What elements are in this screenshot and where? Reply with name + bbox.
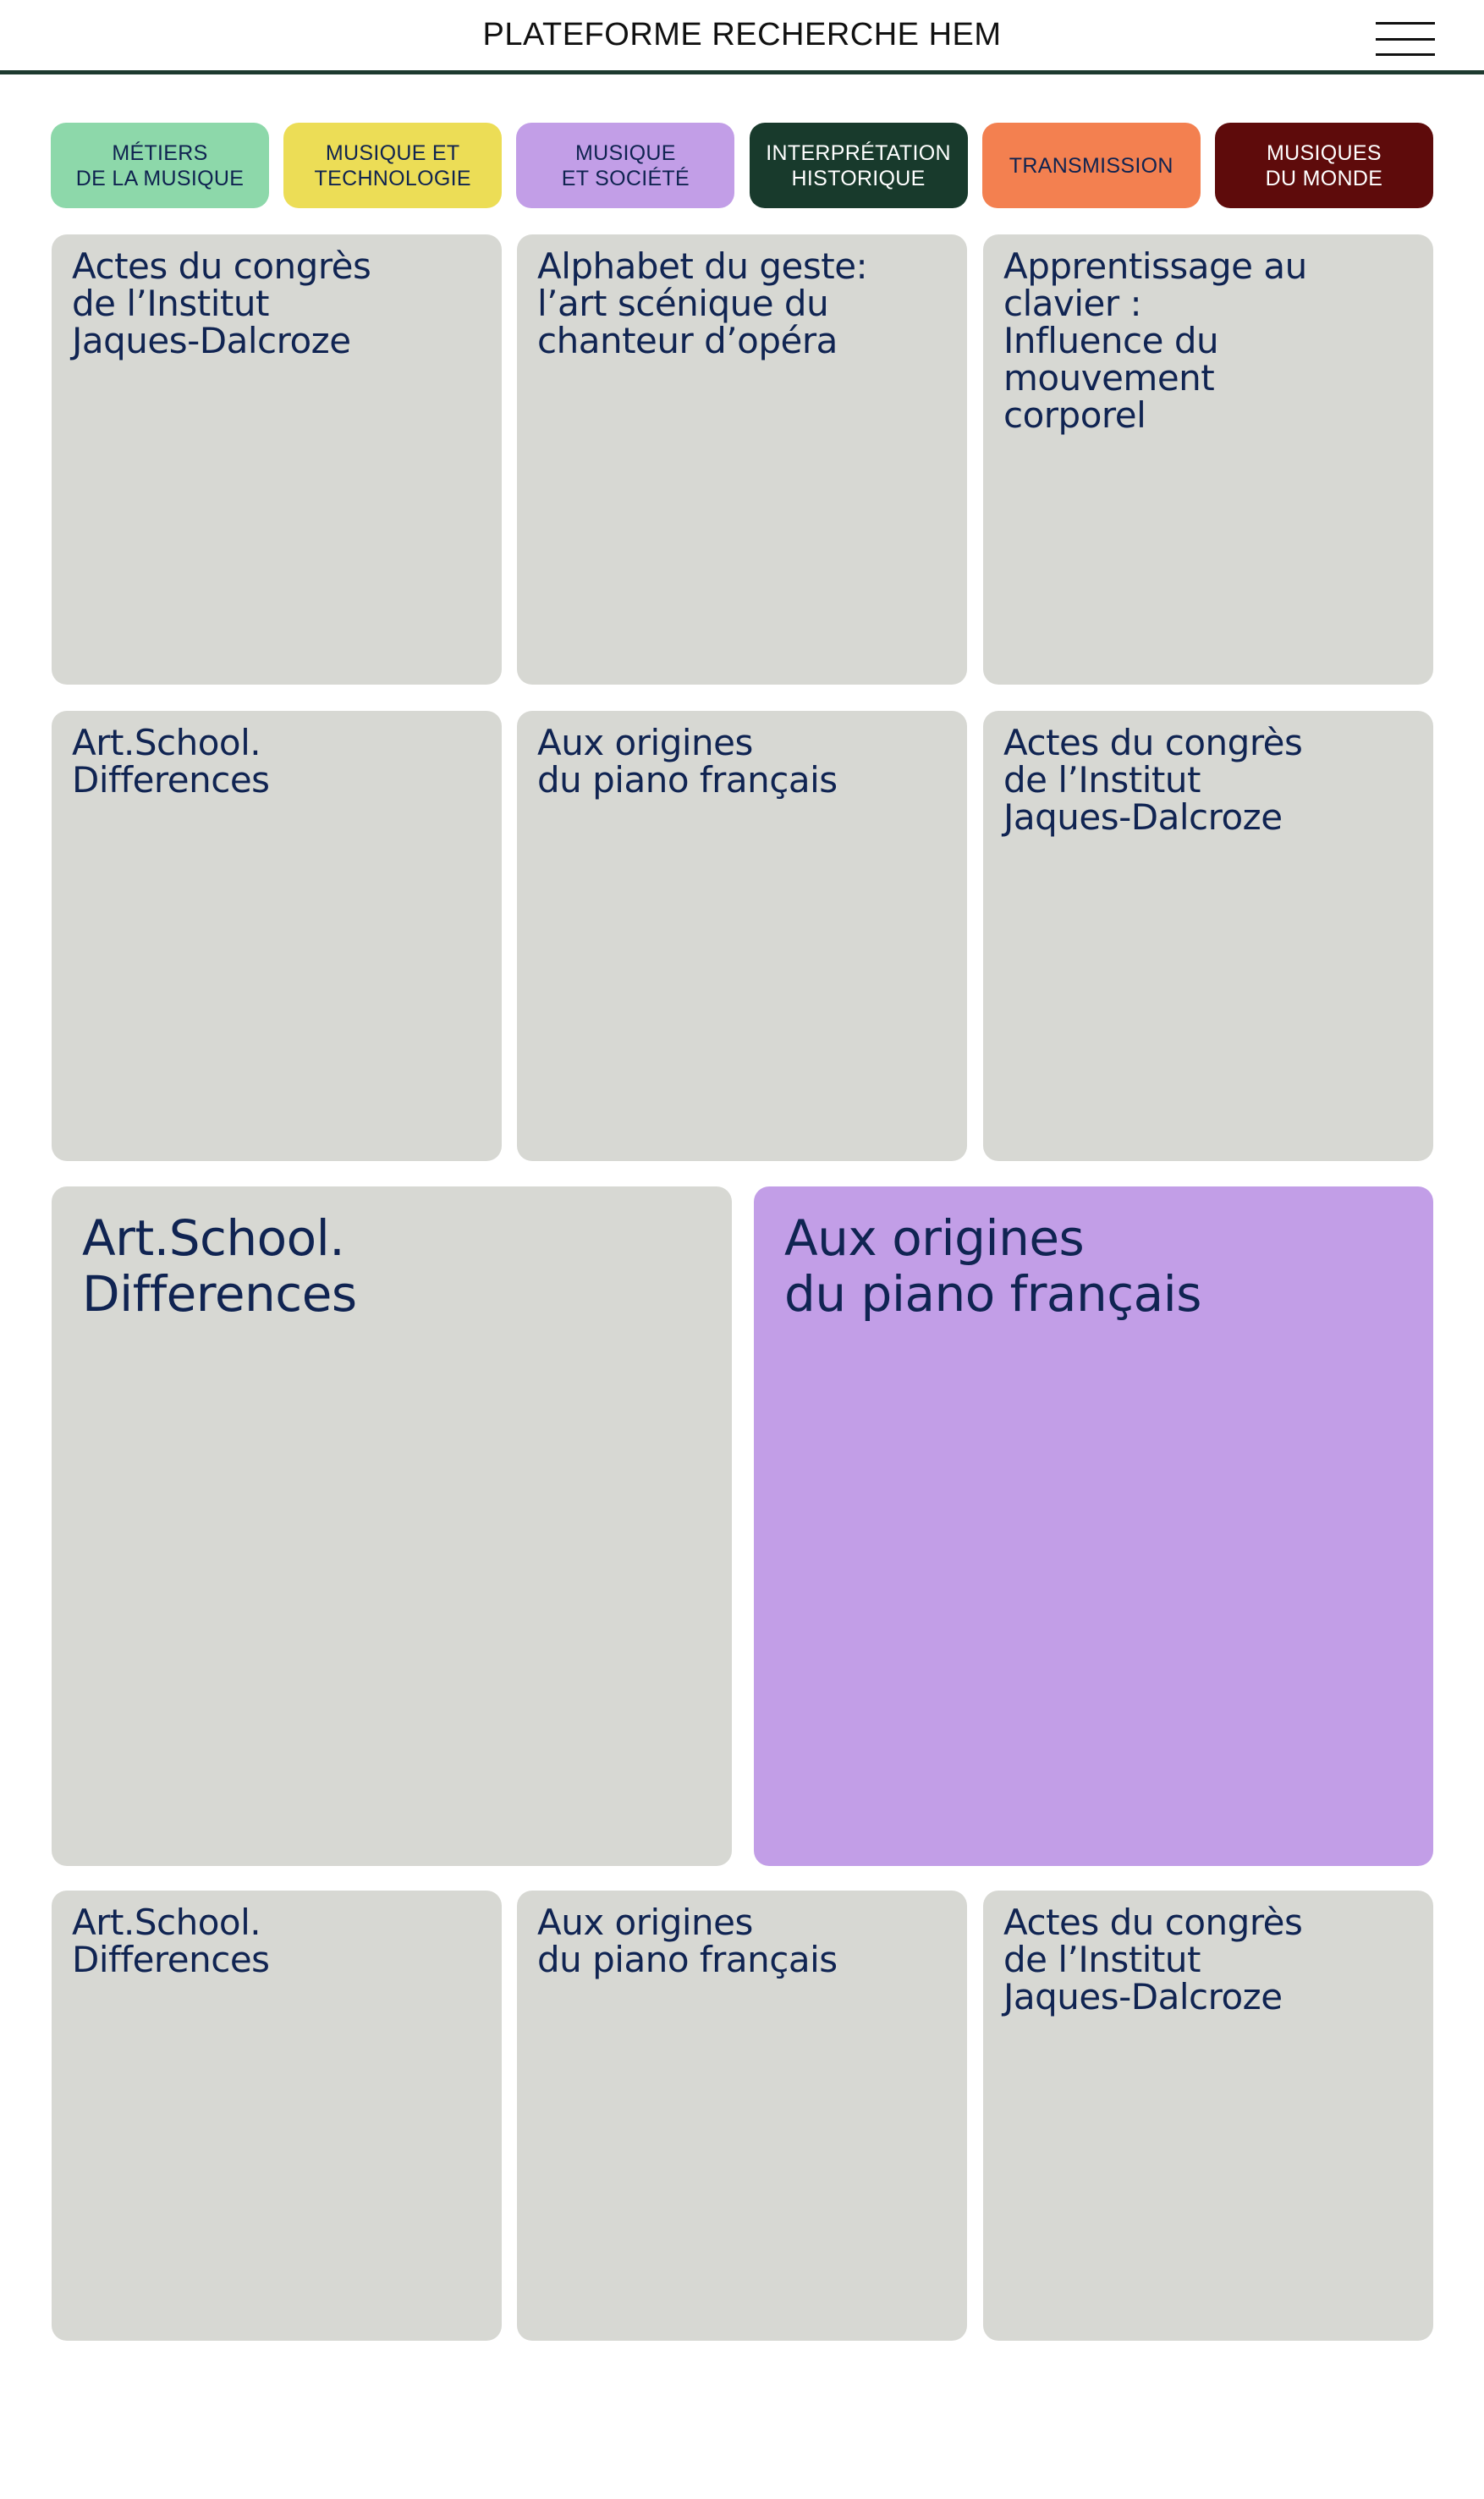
publication-card[interactable]: Apprentissage au clavier : Influence du … <box>983 234 1433 685</box>
category-chip-musiques-du-monde[interactable]: MUSIQUES DU MONDE <box>1214 123 1433 208</box>
category-chip-metiers[interactable]: MÉTIERS DE LA MUSIQUE <box>51 123 269 208</box>
menu-line <box>1376 37 1435 41</box>
category-chip-societe[interactable]: MUSIQUE ET SOCIÉTÉ <box>516 123 735 208</box>
card-title: Art.School. Differences <box>82 1209 357 1323</box>
card-title: Apprentissage au clavier : Influence du … <box>1003 245 1307 436</box>
category-chip-transmission[interactable]: TRANSMISSION <box>981 123 1201 208</box>
hamburger-menu-icon[interactable] <box>1376 22 1435 56</box>
menu-line <box>1376 22 1435 25</box>
card-title: Alphabet du geste: l’art scénique du cha… <box>537 245 868 361</box>
publication-card[interactable]: Alphabet du geste: l’art scénique du cha… <box>517 234 967 685</box>
card-title: Aux origines du piano français <box>784 1209 1202 1323</box>
publication-card[interactable]: Actes du congrès de l’Institut Jaques-Da… <box>983 1891 1433 2341</box>
card-title: Actes du congrès de l’Institut Jaques-Da… <box>1003 722 1303 838</box>
publication-card[interactable]: Actes du congrès de l’Institut Jaques-Da… <box>52 234 502 685</box>
card-title: Aux origines du piano français <box>537 722 838 801</box>
publication-card-large-highlighted[interactable]: Aux origines du piano français <box>754 1186 1433 1866</box>
publication-card[interactable]: Actes du congrès de l’Institut Jaques-Da… <box>983 711 1433 1161</box>
menu-line <box>1376 53 1435 56</box>
site-title[interactable]: PLATEFORME RECHERCHE HEM <box>0 17 1484 53</box>
publication-card[interactable]: Art.School. Differences <box>52 1891 502 2341</box>
card-title: Aux origines du piano français <box>537 1902 838 1980</box>
category-filters: MÉTIERS DE LA MUSIQUE MUSIQUE ET TECHNOL… <box>51 123 1433 208</box>
category-chip-technologie[interactable]: MUSIQUE ET TECHNOLOGIE <box>283 123 503 208</box>
card-title: Actes du congrès de l’Institut Jaques-Da… <box>72 245 371 361</box>
card-title: Actes du congrès de l’Institut Jaques-Da… <box>1003 1902 1303 2017</box>
publication-card[interactable]: Aux origines du piano français <box>517 1891 967 2341</box>
card-title: Art.School. Differences <box>72 1902 270 1980</box>
publication-card-large[interactable]: Art.School. Differences <box>52 1186 732 1866</box>
category-chip-interpretation[interactable]: INTERPRÉTATION HISTORIQUE <box>749 123 968 208</box>
publication-card[interactable]: Aux origines du piano français <box>517 711 967 1161</box>
publication-card[interactable]: Art.School. Differences <box>52 711 502 1161</box>
card-title: Art.School. Differences <box>72 722 270 801</box>
site-header: PLATEFORME RECHERCHE HEM <box>0 0 1484 74</box>
page: PLATEFORME RECHERCHE HEM MÉTIERS DE LA M… <box>0 0 1484 2499</box>
